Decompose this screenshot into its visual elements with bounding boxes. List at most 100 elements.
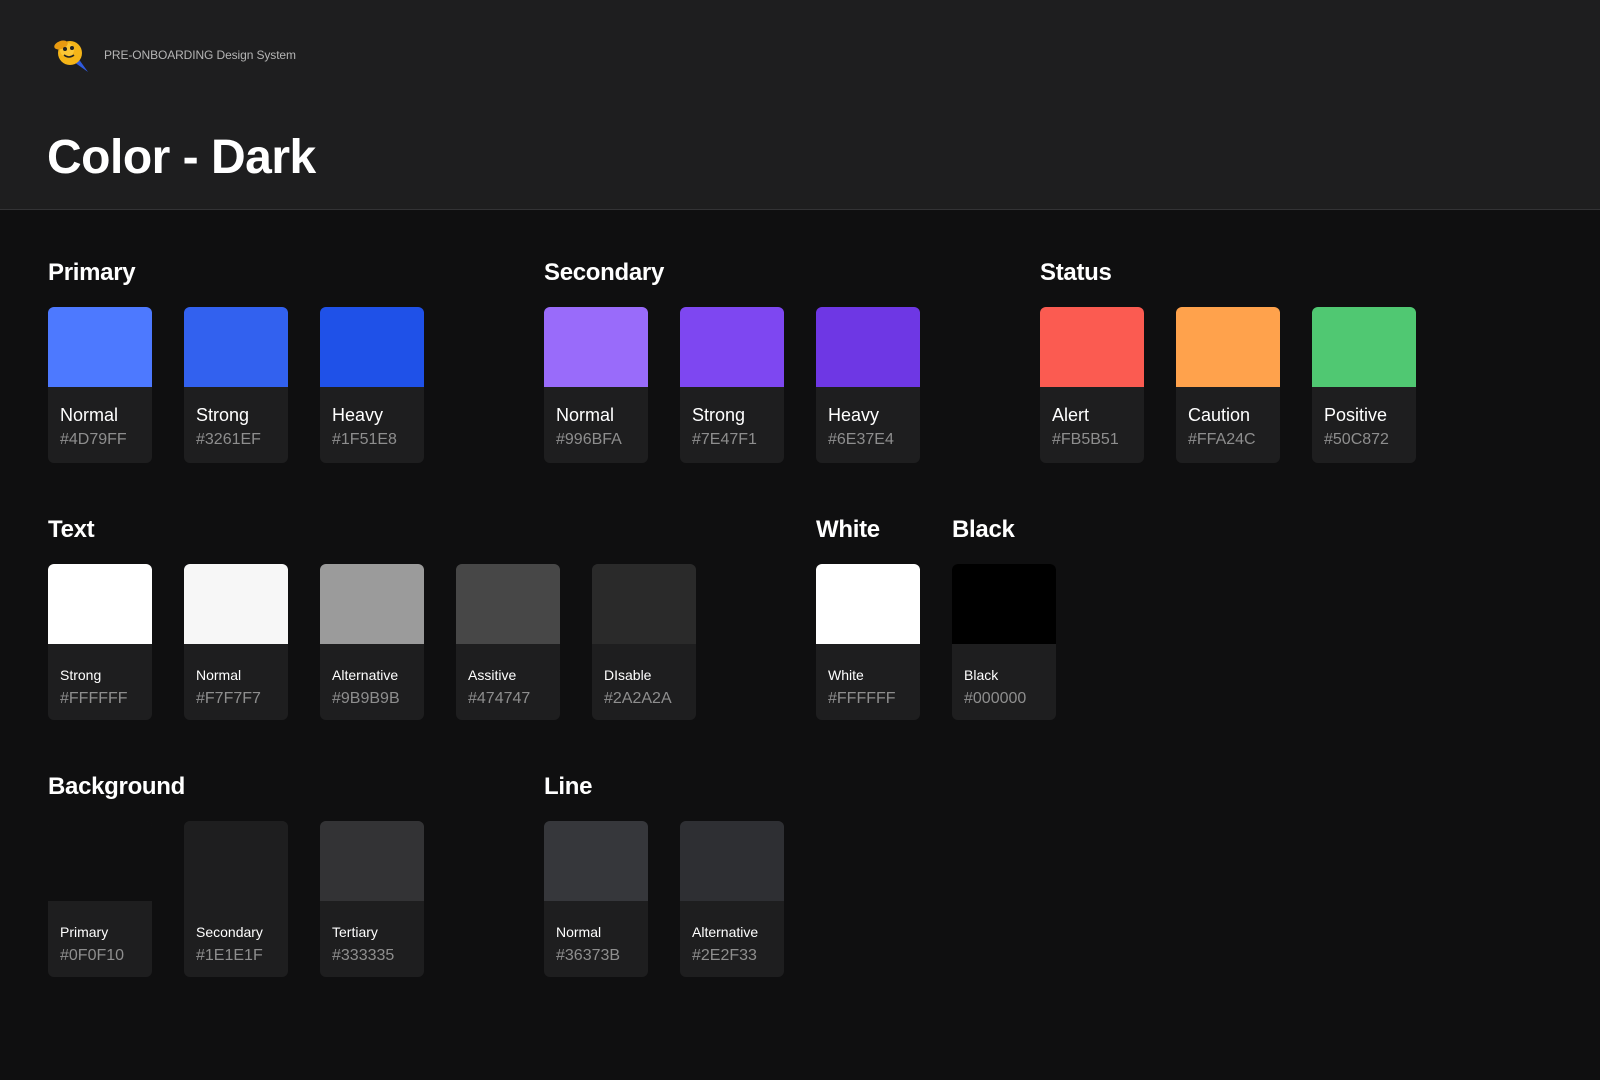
section-title: Primary — [48, 259, 136, 286]
color-swatch-card[interactable]: Tertiary #333335 — [320, 821, 424, 977]
color-swatch-card[interactable]: Strong #7E47F1 — [680, 307, 784, 463]
color-swatch-card[interactable]: White #FFFFFF — [816, 564, 920, 720]
section-title: White — [816, 516, 880, 543]
section-white: White White #FFFFFF — [816, 515, 920, 720]
swatch-name: Normal — [60, 405, 119, 425]
section-title: Line — [544, 773, 593, 800]
swatch-hex: #FFFFFF — [828, 690, 896, 707]
swatch-hex: #2E2F33 — [692, 947, 757, 964]
swatch-name: Tertiary — [332, 924, 378, 940]
color-swatch-card[interactable]: Caution #FFA24C — [1176, 307, 1280, 463]
swatch-name: Black — [964, 667, 999, 683]
swatch-hex: #2A2A2A — [604, 690, 672, 707]
swatch-hex: #3261EF — [196, 431, 261, 448]
swatch-hex: #FFFFFF — [60, 690, 128, 707]
color-swatch-card[interactable]: Assitive #474747 — [456, 564, 560, 720]
section-line: Line Normal #36373B Alternative #2E2F33 — [544, 772, 784, 977]
page-title: Color - Dark — [47, 131, 316, 184]
section-primary: Primary Normal #4D79FF Strong #3261EF Heavy #… — [48, 258, 424, 463]
swatch-name: Secondary — [196, 924, 263, 940]
color-chip — [320, 564, 424, 644]
color-swatch-card[interactable]: Strong #FFFFFF — [48, 564, 152, 720]
swatch-hex: #9B9B9B — [332, 690, 400, 707]
color-chip — [544, 307, 648, 387]
color-chip — [680, 821, 784, 901]
color-chip — [816, 564, 920, 644]
section-title: Secondary — [544, 259, 665, 286]
swatch-name: Strong — [60, 667, 102, 683]
color-swatch-card[interactable]: Heavy #6E37E4 — [816, 307, 920, 463]
color-chip — [48, 307, 152, 387]
logo-icon — [52, 36, 90, 74]
section-title: Background — [48, 773, 186, 800]
color-chip — [184, 307, 288, 387]
color-swatch-card[interactable]: Alert #FB5B51 — [1040, 307, 1144, 463]
swatch-hex: #4D79FF — [60, 431, 127, 448]
color-chip — [544, 821, 648, 901]
color-swatch-card[interactable]: Alternative #2E2F33 — [680, 821, 784, 977]
color-swatch-card[interactable]: Normal #996BFA — [544, 307, 648, 463]
swatch-hex: #FB5B51 — [1052, 431, 1119, 448]
color-swatch-card[interactable]: Primary #0F0F10 — [48, 821, 152, 977]
color-chip — [48, 564, 152, 644]
swatch-name: Normal — [196, 667, 242, 683]
swatch-name: Assitive — [468, 667, 517, 683]
swatch-hex: #6E37E4 — [828, 431, 894, 448]
swatch-name: Caution — [1188, 405, 1251, 425]
color-chip — [320, 821, 424, 901]
color-chip — [48, 821, 152, 901]
section-title: Text — [48, 516, 95, 543]
swatch-name: Normal — [556, 405, 615, 425]
color-chip — [592, 564, 696, 644]
swatch-hex: #333335 — [332, 947, 395, 964]
color-chip — [184, 821, 288, 901]
swatch-hex: #7E47F1 — [692, 431, 757, 448]
color-swatch-card[interactable]: DIsable #2A2A2A — [592, 564, 696, 720]
color-chip — [680, 307, 784, 387]
swatch-name: Primary — [60, 924, 109, 940]
color-swatch-card[interactable]: Normal #F7F7F7 — [184, 564, 288, 720]
swatch-name: DIsable — [604, 667, 652, 683]
page-header: PRE-ONBOARDING Design System Color - Dar… — [0, 0, 1600, 210]
swatch-hex: #0F0F10 — [60, 947, 125, 964]
color-swatch-card[interactable]: Normal #36373B — [544, 821, 648, 977]
color-swatch-card[interactable]: Black #000000 — [952, 564, 1056, 720]
color-chip — [320, 307, 424, 387]
section-title: Status — [1040, 259, 1112, 286]
swatch-hex: #F7F7F7 — [196, 690, 261, 707]
swatch-name: Strong — [692, 405, 746, 425]
swatch-name: Positive — [1324, 405, 1388, 425]
swatch-hex: #50C872 — [1324, 431, 1389, 448]
color-chip — [184, 564, 288, 644]
section-text: Text Strong #FFFFFF Normal #F7F7F7 Alternati… — [48, 515, 696, 720]
color-swatch-card[interactable]: Heavy #1F51E8 — [320, 307, 424, 463]
swatch-hex: #474747 — [468, 690, 531, 707]
swatch-hex: #36373B — [556, 947, 621, 964]
color-chip — [816, 307, 920, 387]
brand-name: PRE-ONBOARDING Design System — [104, 48, 296, 62]
swatch-name: Alternative — [332, 667, 399, 683]
color-swatch-card[interactable]: Strong #3261EF — [184, 307, 288, 463]
swatch-name: White — [828, 667, 864, 683]
swatch-name: Strong — [196, 405, 250, 425]
brand[interactable]: PRE-ONBOARDING Design System — [52, 36, 296, 74]
swatch-name: Heavy — [828, 405, 880, 425]
swatch-name: Normal — [556, 924, 602, 940]
color-swatch-card[interactable]: Normal #4D79FF — [48, 307, 152, 463]
color-chip — [456, 564, 560, 644]
color-swatch-card[interactable]: Secondary #1E1E1F — [184, 821, 288, 977]
swatch-hex: #FFA24C — [1188, 431, 1256, 448]
swatch-hex: #1F51E8 — [332, 431, 397, 448]
section-secondary: Secondary Normal #996BFA Strong #7E47F1 Heav… — [544, 258, 920, 463]
section-black: Black Black #000000 — [952, 515, 1056, 720]
section-title: Black — [952, 516, 1015, 543]
color-chip — [1040, 307, 1144, 387]
swatch-name: Alert — [1052, 405, 1090, 425]
swatch-name: Alternative — [692, 924, 759, 940]
color-swatch-card[interactable]: Positive #50C872 — [1312, 307, 1416, 463]
color-chip — [1312, 307, 1416, 387]
color-chip — [952, 564, 1056, 644]
swatch-hex: #1E1E1F — [196, 947, 263, 964]
color-swatch-card[interactable]: Alternative #9B9B9B — [320, 564, 424, 720]
color-chip — [1176, 307, 1280, 387]
